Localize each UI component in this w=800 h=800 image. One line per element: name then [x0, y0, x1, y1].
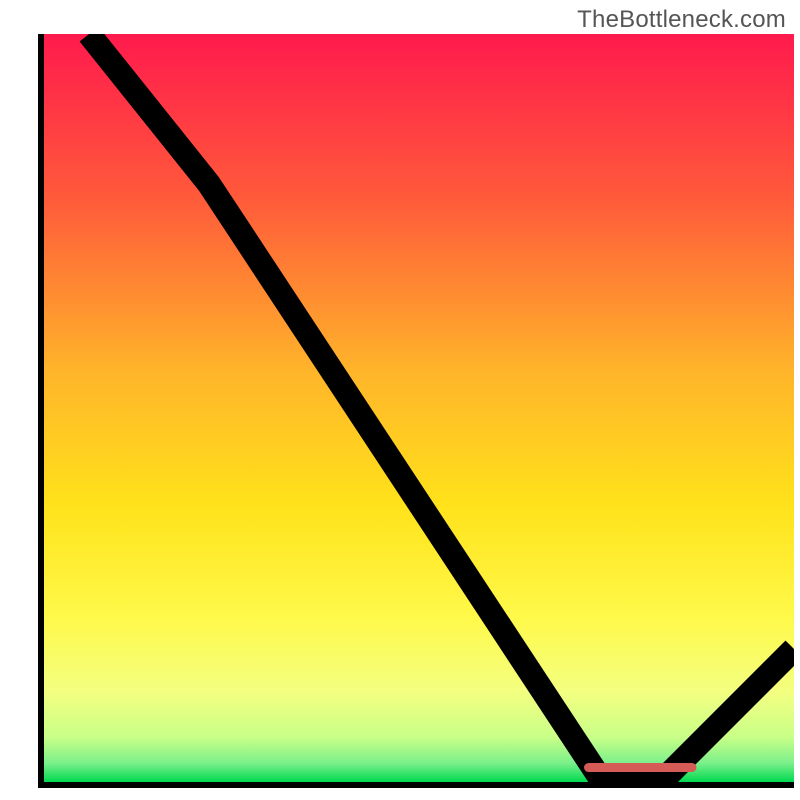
gradient-svg: [44, 34, 794, 782]
plot-area: [38, 34, 794, 788]
chart-frame: TheBottleneck.com: [0, 0, 800, 800]
watermark-text: TheBottleneck.com: [577, 6, 786, 34]
heatmap-gradient: [44, 34, 794, 782]
